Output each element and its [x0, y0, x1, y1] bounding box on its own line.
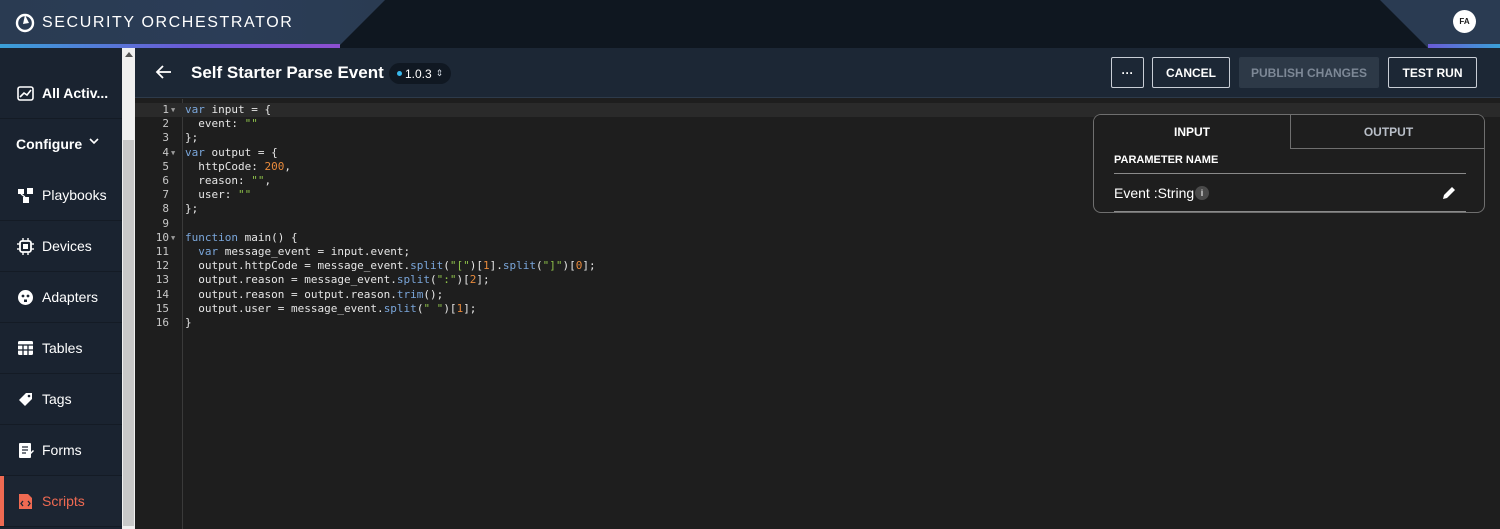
code-text: httpCode: 200,	[185, 159, 291, 173]
test-run-button[interactable]: TEST RUN	[1388, 57, 1477, 88]
configure-label: Configure	[16, 136, 83, 152]
script-icon	[17, 493, 34, 510]
line-number: 5	[162, 159, 169, 173]
sidebar-item-label: Adapters	[42, 289, 99, 305]
line-number: 11	[155, 245, 169, 258]
code-text: };	[185, 131, 199, 145]
line-number: 15	[155, 301, 169, 315]
top-bar: SECURITY ORCHESTRATOR FA	[0, 0, 1500, 48]
parameter-name: Event :String	[1114, 185, 1195, 201]
table-icon	[17, 340, 34, 357]
sidebar-item-scripts[interactable]: Scripts	[0, 476, 122, 527]
code-text: output.httpCode = message_event.split("[…	[185, 259, 596, 273]
code-text: var input = {	[185, 103, 272, 116]
fold-arrow-icon[interactable]: ▼	[171, 146, 175, 160]
back-arrow-icon[interactable]	[155, 63, 173, 81]
code-text: user: ""	[185, 188, 252, 202]
tab-output[interactable]: OUTPUT	[1290, 115, 1484, 149]
line-number: 14	[155, 287, 169, 301]
pencil-icon[interactable]	[1441, 185, 1457, 201]
plug-icon	[17, 289, 34, 306]
version-label: 1.0.3	[405, 66, 432, 81]
line-number: 13	[155, 273, 169, 287]
line-number: 3	[162, 131, 169, 145]
sidebar-item-playbooks[interactable]: Playbooks	[0, 170, 122, 221]
scroll-up-arrow-icon[interactable]	[125, 52, 133, 57]
page-title: Self Starter Parse Event	[191, 63, 384, 82]
sidebar-item-label: Forms	[42, 442, 82, 458]
publish-changes-button[interactable]: PUBLISH CHANGES	[1239, 57, 1379, 88]
sidebar-item-tables[interactable]: Tables	[0, 323, 122, 374]
code-text: reason: "",	[185, 174, 272, 187]
line-number: 2	[162, 117, 169, 131]
tab-input[interactable]: INPUT	[1094, 115, 1290, 149]
line-number: 4	[162, 145, 169, 159]
more-options-button[interactable]: ···	[1111, 57, 1144, 88]
code-text: function main() {	[185, 230, 298, 244]
code-line[interactable]: 11 var message_event = input.event;	[135, 245, 1500, 259]
version-selector[interactable]: 1.0.3 ⇕	[389, 63, 452, 84]
code-line[interactable]: 9	[135, 217, 1500, 231]
sidebar-item-forms[interactable]: Forms	[0, 425, 122, 476]
code-line[interactable]: 10 ▼ function main() {	[135, 231, 1500, 245]
code-text: var message_event = input.event;	[198, 245, 411, 258]
sidebar-partial-item	[0, 48, 122, 54]
line-number: 12	[155, 259, 169, 273]
code-line[interactable]: 15 output.user = message_event.split(" "…	[135, 302, 1500, 316]
line-number: 7	[162, 188, 169, 202]
sidebar-section-configure[interactable]: Configure	[0, 118, 122, 170]
code-text: };	[185, 202, 199, 216]
line-number: 9	[162, 216, 169, 230]
fold-arrow-icon[interactable]: ▼	[171, 231, 175, 245]
logo-icon	[15, 13, 35, 33]
parameter-name-header: PARAMETER NAME	[1114, 154, 1219, 166]
info-icon[interactable]: i	[1195, 186, 1209, 200]
fold-arrow-icon[interactable]: ▼	[171, 103, 175, 117]
sidebar-item-label: Devices	[42, 238, 92, 254]
sidebar-item-all-activities[interactable]: All Activ...	[0, 68, 122, 119]
user-area	[1380, 0, 1500, 48]
parameter-panel: INPUT OUTPUT PARAMETER NAME Event :Strin…	[1093, 114, 1485, 213]
line-number: 6	[162, 174, 169, 187]
code-line[interactable]: 12 output.httpCode = message_event.split…	[135, 259, 1500, 273]
sort-arrows-icon: ⇕	[435, 68, 444, 78]
cancel-button[interactable]: CANCEL	[1152, 57, 1230, 88]
scrollbar-thumb[interactable]	[123, 140, 134, 526]
sidebar-item-label: Tags	[42, 391, 72, 407]
code-text: output.reason = message_event.split(":")…	[185, 273, 490, 287]
user-avatar[interactable]: FA	[1453, 10, 1476, 33]
sidebar-item-label: Scripts	[42, 493, 85, 509]
sidebar-item-label: All Activ...	[42, 85, 109, 101]
line-number: 1	[162, 103, 169, 116]
line-number: 8	[162, 202, 169, 216]
code-text: output.reason = output.reason.trim();	[185, 287, 444, 301]
form-icon	[17, 442, 34, 459]
line-number: 16	[155, 316, 169, 329]
app-title: SECURITY ORCHESTRATOR	[42, 14, 294, 31]
playbook-icon	[17, 187, 34, 204]
line-number: 10	[155, 230, 169, 244]
code-line[interactable]: 13 output.reason = message_event.split("…	[135, 273, 1500, 287]
code-text: output.user = message_event.split(" ")[1…	[185, 301, 477, 315]
sidebar-item-label: Playbooks	[42, 187, 107, 203]
sidebar: All Activ... Configure Playbooks Devices…	[0, 48, 122, 529]
script-header: Self Starter Parse Event 1.0.3 ⇕ ··· CAN…	[135, 48, 1500, 98]
sidebar-scrollbar[interactable]	[122, 48, 135, 529]
chart-icon	[17, 85, 34, 102]
code-text: event: ""	[185, 117, 258, 131]
chip-icon	[17, 237, 34, 255]
sidebar-item-adapters[interactable]: Adapters	[0, 272, 122, 323]
code-text: }	[185, 316, 192, 329]
divider	[1114, 211, 1466, 212]
code-line[interactable]: 14 output.reason = output.reason.trim();	[135, 288, 1500, 302]
sidebar-item-label: Tables	[42, 340, 83, 356]
divider	[1114, 173, 1466, 174]
tag-icon	[17, 391, 34, 408]
chevron-down-icon	[89, 138, 99, 145]
code-text: var output = {	[185, 145, 278, 159]
code-line[interactable]: 16}	[135, 316, 1500, 330]
sidebar-item-tags[interactable]: Tags	[0, 374, 122, 425]
sidebar-item-devices[interactable]: Devices	[0, 221, 122, 272]
